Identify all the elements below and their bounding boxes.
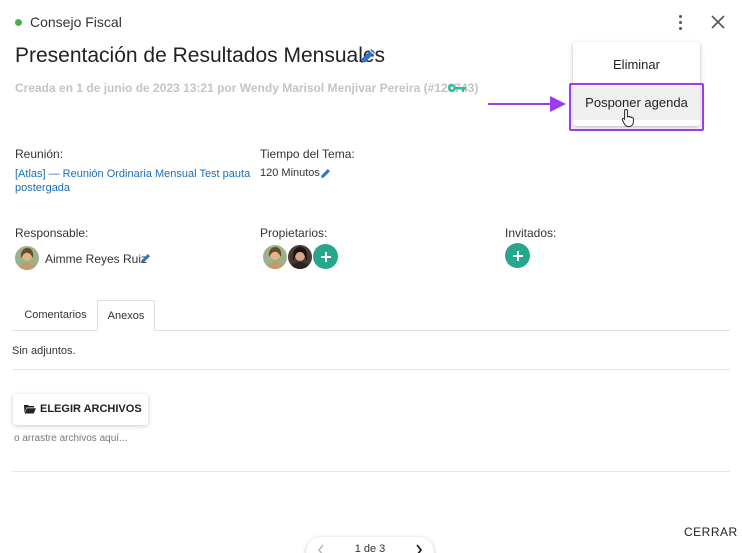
annotation-arrow [488, 96, 566, 112]
topic-time-value: 120 Minutos [260, 167, 320, 179]
drag-drop-hint: o arrastre archivos aquí... [14, 433, 128, 444]
add-guest-button[interactable] [505, 243, 530, 268]
choose-files-label: ELEGIR ARCHIVOS [40, 403, 142, 415]
divider [12, 369, 730, 370]
tab-comments[interactable]: Comentarios [14, 300, 97, 331]
pagination: 1 de 3 [306, 537, 434, 553]
responsible-avatar [15, 246, 39, 270]
menu-item-delete[interactable]: Eliminar [573, 48, 700, 82]
divider [12, 471, 730, 472]
meeting-link[interactable]: [Atlas] — Reunión Ordinaria Mensual Test… [15, 167, 250, 195]
responsible-name: Aimme Reyes Ruiz [45, 252, 148, 266]
edit-responsible-pencil-icon[interactable] [140, 252, 152, 264]
folder-open-icon [24, 405, 36, 414]
meeting-label: Reunión: [15, 147, 64, 161]
no-attachments-text: Sin adjuntos. [12, 345, 76, 357]
dialog-header: Consejo Fiscal [0, 0, 742, 44]
owner-avatar-1 [263, 245, 287, 269]
more-options-icon[interactable] [672, 12, 688, 34]
status-dot [15, 19, 22, 26]
owners-label: Propietarios: [260, 226, 328, 240]
tab-attachments[interactable]: Anexos [97, 300, 155, 331]
owner-avatar-2 [288, 245, 312, 269]
guests-label: Invitados: [505, 226, 557, 240]
close-button[interactable]: CERRAR [684, 525, 738, 539]
meeting-link-line1: [Atlas] — Reunión Ordinaria Mensual Test… [15, 168, 251, 180]
choose-files-button[interactable]: ELEGIR ARCHIVOS [13, 394, 148, 425]
organization-name: Consejo Fiscal [30, 14, 122, 30]
chevron-right-icon[interactable] [414, 543, 424, 553]
key-icon [448, 84, 466, 92]
edit-time-pencil-icon[interactable] [320, 167, 332, 179]
created-info: Creada en 1 de junio de 2023 13:21 por W… [15, 81, 479, 95]
meeting-link-line2: postergada [15, 182, 71, 194]
add-owner-button[interactable] [313, 244, 338, 269]
edit-title-pencil-icon[interactable] [358, 46, 378, 66]
page-title: Presentación de Resultados Mensuales [15, 44, 386, 67]
responsible-label: Responsable: [15, 226, 89, 240]
topic-time-label: Tiempo del Tema: [260, 147, 355, 161]
hand-cursor-icon [621, 108, 634, 127]
close-icon[interactable] [708, 12, 728, 32]
